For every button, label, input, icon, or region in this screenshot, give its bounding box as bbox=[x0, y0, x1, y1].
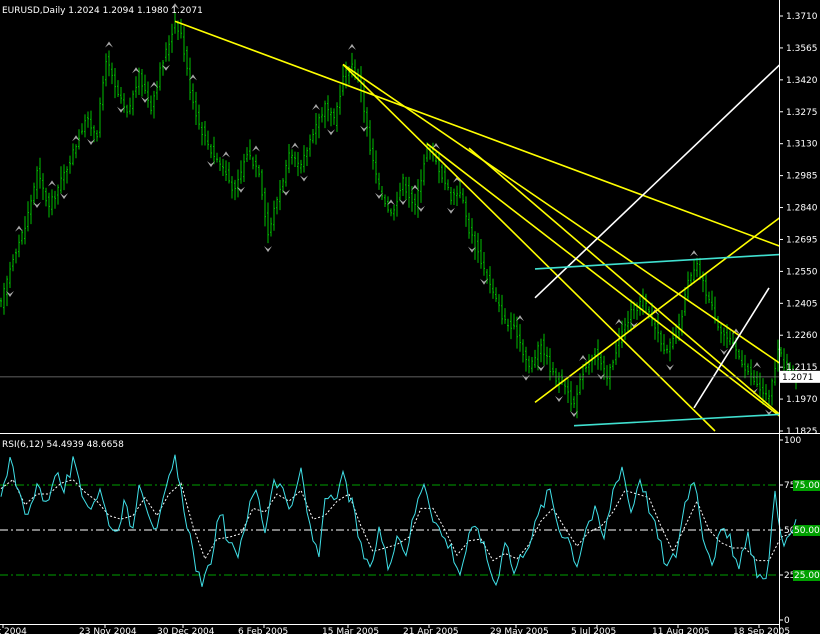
fractal-down-marker bbox=[666, 364, 674, 371]
axes-layer: 1.3710 1.3565 1.3420 1.3275 1.3130 1.2985 1.28… bbox=[0, 0, 820, 634]
rsi-axis-label: 0 bbox=[784, 616, 790, 626]
fractal-down-marker bbox=[327, 129, 335, 136]
rsi-line bbox=[0, 454, 797, 587]
time-axis-label: 15 Mar 2005 bbox=[322, 627, 379, 634]
time-axis-label: 7 Oct 2004 bbox=[0, 627, 27, 634]
trendline-yellow[interactable] bbox=[174, 20, 799, 253]
rsi-level-badge-label: 25.0000 bbox=[794, 571, 820, 581]
rsi-axis-label: 100 bbox=[784, 436, 801, 446]
trendline-cyan[interactable] bbox=[573, 413, 799, 427]
fractal-up-marker bbox=[753, 362, 761, 369]
price-axis-label: 1.3710 bbox=[786, 12, 818, 22]
price-axis-label: 1.2405 bbox=[786, 299, 818, 309]
current-price-label: 1.2071 bbox=[782, 373, 814, 383]
price-axis-label: 1.3130 bbox=[786, 140, 818, 150]
fractal-up-marker bbox=[252, 145, 260, 152]
fractal-up-marker bbox=[348, 43, 356, 50]
rsi-level-badge-label: 75.0000 bbox=[794, 481, 820, 491]
trendline-white[interactable] bbox=[534, 46, 799, 299]
time-axis-label: 18 Sep 2005 bbox=[733, 627, 790, 634]
fractal-up-marker bbox=[312, 104, 320, 111]
trendline-yellow[interactable] bbox=[426, 143, 799, 431]
time-axis-label: 11 Aug 2005 bbox=[652, 627, 710, 634]
rsi-signal-line bbox=[0, 478, 797, 562]
fractal-down-marker bbox=[522, 374, 530, 381]
time-axis-label: 21 Apr 2005 bbox=[403, 627, 459, 634]
chart-canvas[interactable]: 1.3710 1.3565 1.3420 1.3275 1.3130 1.2985 1.28… bbox=[0, 0, 820, 634]
price-axis-label: 1.3565 bbox=[786, 44, 818, 54]
price-axis-label: 1.2550 bbox=[786, 267, 818, 277]
price-bars-layer bbox=[0, 12, 797, 419]
time-axis-label: 23 Nov 2004 bbox=[79, 627, 137, 634]
fractal-markers-layer bbox=[6, 3, 773, 417]
price-axis-label: 1.2695 bbox=[786, 235, 818, 245]
fractal-down-marker bbox=[264, 246, 272, 253]
fractal-up-marker bbox=[579, 355, 587, 362]
trendlines-layer bbox=[174, 20, 799, 432]
time-axis-label: 5 Jul 2005 bbox=[571, 627, 616, 634]
time-axis-label: 30 Dec 2004 bbox=[157, 627, 215, 634]
price-axis-label: 1.2260 bbox=[786, 331, 818, 341]
trendline-yellow[interactable] bbox=[468, 147, 799, 431]
fractal-up-marker bbox=[48, 180, 56, 187]
fractal-up-marker bbox=[690, 250, 698, 257]
trading-chart-window: 1.3710 1.3565 1.3420 1.3275 1.3130 1.2985 1.28… bbox=[0, 0, 820, 634]
price-axis-label: 1.3420 bbox=[786, 76, 818, 86]
fractal-down-marker bbox=[300, 175, 308, 182]
price-axis-label: 1.1970 bbox=[786, 395, 818, 405]
fractal-down-marker bbox=[447, 207, 455, 214]
rsi-panel-title: RSI(6,12) 54.4939 48.6658 bbox=[2, 440, 124, 450]
rsi-level-badge-label: 50.0000 bbox=[794, 526, 820, 536]
price-chart-title: EURUSD,Daily 1.2024 1.2094 1.1980 1.2071 bbox=[2, 6, 203, 16]
price-axis-label: 1.2985 bbox=[786, 172, 818, 182]
time-axis-label: 6 Feb 2005 bbox=[238, 627, 288, 634]
fractal-up-marker bbox=[105, 41, 113, 48]
time-axis-label: 29 May 2005 bbox=[490, 627, 549, 634]
fractal-down-marker bbox=[60, 193, 68, 200]
rsi-layer bbox=[0, 454, 797, 587]
price-axis-label: 1.3275 bbox=[786, 108, 818, 118]
price-axis-label: 1.2840 bbox=[786, 204, 818, 214]
fractal-up-marker bbox=[222, 151, 230, 158]
fractal-up-marker bbox=[291, 142, 299, 149]
fractal-down-marker bbox=[555, 396, 563, 403]
